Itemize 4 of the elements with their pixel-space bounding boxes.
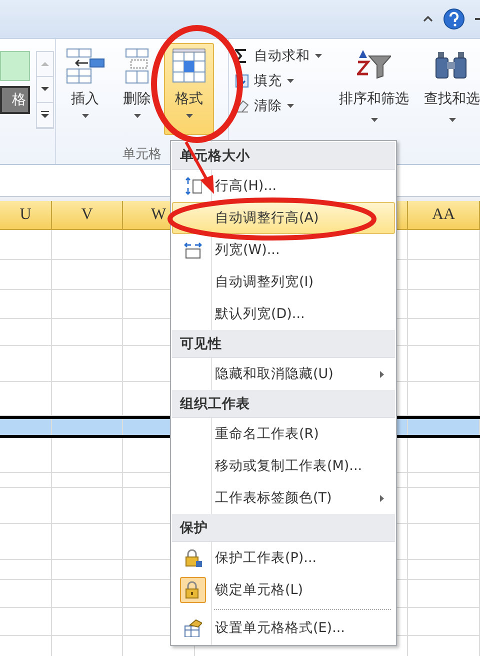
menu-section-header: 组织工作表 bbox=[172, 390, 395, 418]
menu-section-header: 可见性 bbox=[172, 330, 395, 358]
group-label: 单元格 bbox=[122, 146, 162, 163]
menu-section-header: 保护 bbox=[172, 514, 395, 542]
